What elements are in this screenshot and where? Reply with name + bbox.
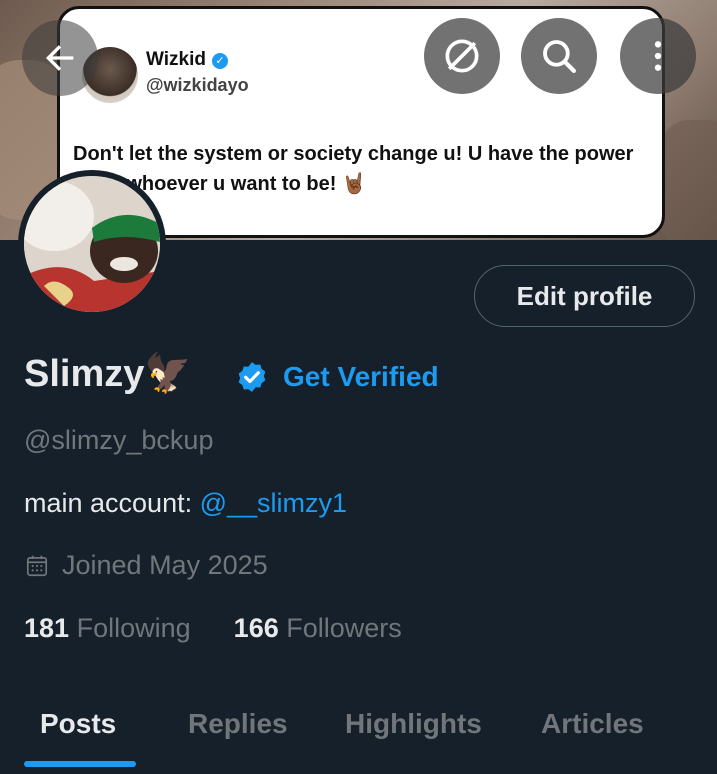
more-button[interactable] bbox=[620, 18, 696, 94]
tab-highlights[interactable]: Highlights bbox=[345, 708, 482, 740]
profile-bio: main account: @__slimzy1 bbox=[24, 488, 347, 519]
tweet-author-name: Wizkid bbox=[146, 49, 206, 70]
following-count: 181 bbox=[24, 613, 70, 643]
joined-date: Joined May 2025 bbox=[24, 550, 268, 581]
following-link[interactable]: 181 Following bbox=[24, 613, 191, 643]
verified-badge-icon bbox=[238, 362, 266, 392]
tweet-text: Don't let the system or society change u… bbox=[73, 143, 634, 195]
bio-text: main account: bbox=[24, 488, 200, 518]
tweet-author-handle: @wizkidayo bbox=[146, 75, 249, 95]
profile-handle: @slimzy_bckup bbox=[24, 425, 214, 455]
bio-mention-link[interactable]: @__slimzy1 bbox=[200, 488, 347, 518]
verified-check-icon: ✓ bbox=[212, 53, 228, 69]
follow-stats: 181 Following 166 Followers bbox=[24, 613, 402, 644]
active-tab-indicator bbox=[24, 761, 136, 767]
arrow-left-icon bbox=[46, 45, 74, 71]
search-button[interactable] bbox=[521, 18, 597, 94]
get-verified-button[interactable]: Get Verified bbox=[235, 360, 439, 394]
search-icon bbox=[543, 40, 576, 73]
grok-icon bbox=[445, 39, 479, 73]
grok-button[interactable] bbox=[424, 18, 500, 94]
avatar-image bbox=[24, 176, 160, 312]
tab-posts[interactable]: Posts bbox=[40, 708, 116, 740]
tweet-author-name-row: Wizkid ✓ bbox=[146, 49, 228, 71]
followers-count: 166 bbox=[233, 613, 279, 643]
more-vertical-icon bbox=[654, 41, 662, 71]
calendar-icon bbox=[26, 555, 48, 576]
joined-text: Joined May 2025 bbox=[62, 550, 268, 580]
followers-label: Followers bbox=[286, 613, 402, 643]
followers-link[interactable]: 166 Followers bbox=[234, 613, 402, 643]
avatar-illustration bbox=[24, 176, 160, 312]
banner-background-shape bbox=[660, 120, 717, 240]
tab-articles[interactable]: Articles bbox=[541, 708, 644, 740]
back-button[interactable] bbox=[22, 20, 98, 96]
profile-avatar[interactable] bbox=[18, 170, 166, 318]
tab-replies[interactable]: Replies bbox=[188, 708, 288, 740]
edit-profile-button[interactable]: Edit profile bbox=[474, 265, 695, 327]
profile-display-name: Slimzy🦅 bbox=[24, 353, 192, 395]
get-verified-label: Get Verified bbox=[283, 361, 439, 392]
following-label: Following bbox=[76, 613, 191, 643]
